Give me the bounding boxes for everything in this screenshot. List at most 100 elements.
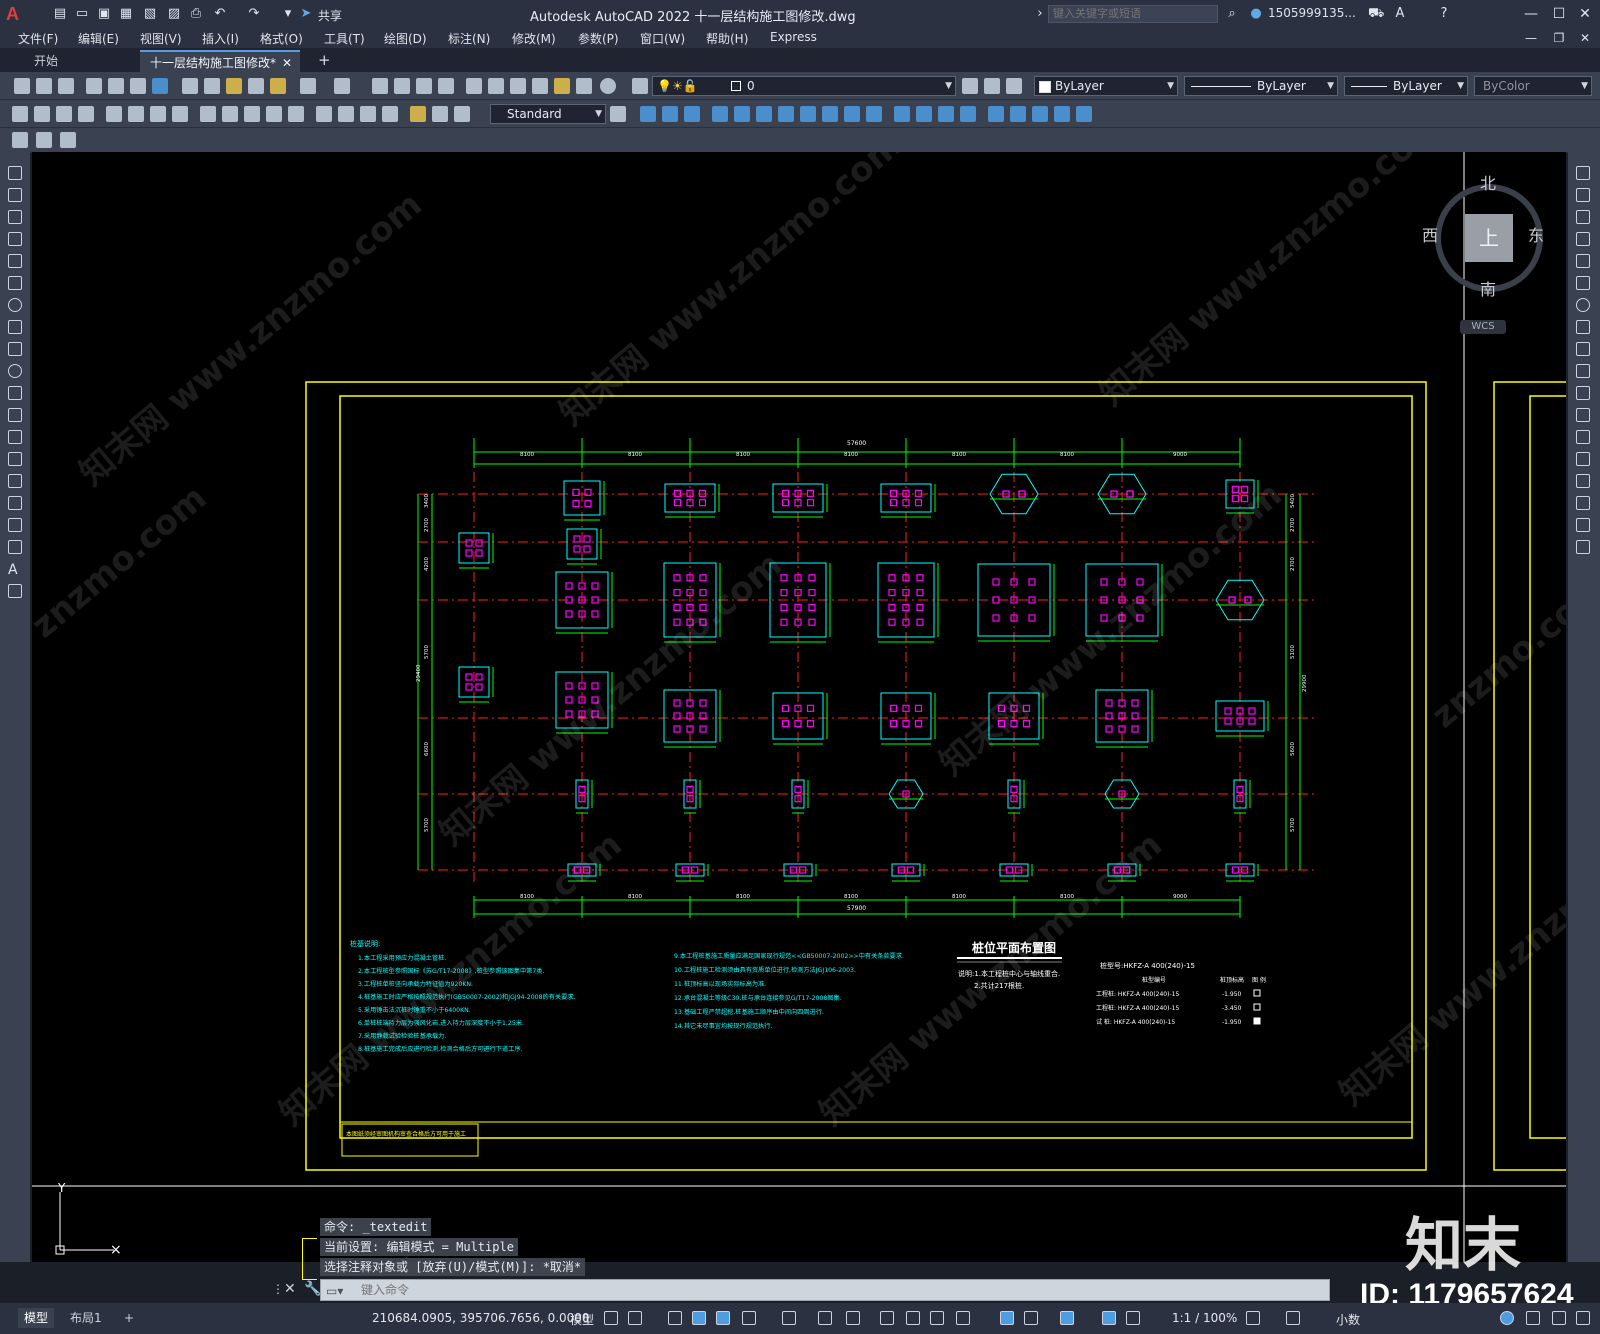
menu-parametric[interactable]: 参数(P) (578, 30, 619, 47)
customize-command-icon[interactable]: 🔧 (304, 1281, 321, 1297)
linetype-dropdown[interactable]: ByLayer ▼ (1184, 76, 1338, 96)
inspect-icon[interactable] (360, 106, 376, 122)
dim-jogged-icon[interactable] (128, 106, 144, 122)
erase-icon[interactable] (1576, 166, 1590, 180)
stretch-icon[interactable] (1576, 342, 1590, 356)
pan-icon[interactable] (372, 78, 388, 94)
grip-icon[interactable]: ⋮ (272, 1282, 284, 1296)
search-input[interactable] (1048, 5, 1218, 23)
join-icon[interactable] (916, 106, 932, 122)
publish-icon[interactable] (130, 78, 146, 94)
gradient-icon[interactable] (8, 496, 22, 510)
close-icon[interactable]: ✕ (1574, 4, 1596, 24)
extend-icon[interactable] (866, 106, 882, 122)
units-button[interactable]: 小数 (1336, 1311, 1360, 1328)
menu-edit[interactable]: 编辑(E) (78, 30, 119, 47)
insert-block-icon[interactable] (8, 408, 22, 422)
dim-baseline-icon[interactable] (222, 106, 238, 122)
chevron-right-icon[interactable]: › (1032, 6, 1048, 22)
menu-express[interactable]: Express (770, 30, 817, 44)
dynamic-input-icon[interactable] (692, 1311, 706, 1325)
tool-palettes-icon[interactable] (510, 78, 526, 94)
rotate-icon[interactable] (1576, 298, 1590, 312)
make-current-icon[interactable] (962, 78, 978, 94)
scale-icon[interactable] (1576, 320, 1590, 334)
redo-icon[interactable] (334, 78, 350, 94)
dim-space-icon[interactable] (266, 106, 282, 122)
arc-icon[interactable] (8, 276, 22, 290)
menu-draw[interactable]: 绘图(D) (384, 30, 427, 47)
polyline-icon[interactable] (8, 210, 22, 224)
tab-layout1[interactable]: 布局1 (64, 1308, 108, 1328)
ungroup-icon[interactable] (1054, 106, 1070, 122)
new-icon[interactable]: ▤ (52, 6, 68, 22)
offset-icon[interactable] (712, 106, 728, 122)
text-edit-icon[interactable] (12, 132, 28, 148)
save-icon[interactable] (58, 78, 74, 94)
layer-previous-icon[interactable] (984, 78, 1000, 94)
qnew-icon[interactable] (14, 78, 30, 94)
doc-minimize-icon[interactable]: — (1520, 28, 1542, 48)
add-selected-icon[interactable] (8, 584, 22, 598)
compass-north[interactable]: 北 (1480, 170, 1496, 194)
extend-icon[interactable] (1576, 386, 1590, 400)
qdim-icon[interactable] (200, 106, 216, 122)
selection-filter-icon[interactable] (1024, 1311, 1038, 1325)
designcenter-icon[interactable] (488, 78, 504, 94)
cart-icon[interactable]: ⛟ (1368, 6, 1384, 22)
menu-format[interactable]: 格式(O) (260, 30, 303, 47)
new-tab-button[interactable]: + (318, 51, 331, 69)
text-style-icon[interactable] (60, 132, 76, 148)
rectangle-icon[interactable] (8, 254, 22, 268)
help-icon[interactable]: ? (1436, 6, 1452, 22)
viewcube[interactable]: 上 北 南 东 西 (1422, 174, 1550, 306)
customize-icon[interactable]: ▾ (280, 6, 296, 22)
isolate-objects-icon[interactable] (1500, 1311, 1514, 1325)
array-icon[interactable] (734, 106, 750, 122)
chamfer-icon[interactable] (938, 106, 954, 122)
share-icon[interactable]: ➤ (298, 6, 314, 22)
mtext-icon[interactable]: A (8, 562, 22, 578)
matchprop-icon[interactable] (248, 78, 264, 94)
viewcube-top-face[interactable]: 上 (1465, 214, 1513, 262)
auto-scale-icon[interactable] (1126, 1311, 1140, 1325)
break-at-point-icon[interactable] (1576, 408, 1590, 422)
saveas-icon[interactable]: ▦ (118, 6, 134, 22)
clean-screen-icon[interactable] (1552, 1311, 1566, 1325)
3ddwf-icon[interactable] (152, 78, 168, 94)
fillet-icon[interactable] (1576, 496, 1590, 510)
help-icon[interactable] (600, 78, 616, 94)
draworder-icon[interactable] (1010, 106, 1026, 122)
snap-icon[interactable] (628, 1311, 642, 1325)
color-dropdown[interactable]: ByLayer ▼ (1034, 76, 1178, 96)
blend-icon[interactable] (1576, 518, 1590, 532)
table-icon[interactable] (8, 540, 22, 554)
explode-icon[interactable] (988, 106, 1004, 122)
hardware-accel-icon[interactable] (1526, 1311, 1540, 1325)
undo-icon[interactable]: ↶ (212, 6, 228, 22)
dimstyle-icon[interactable] (610, 106, 626, 122)
chamfer-icon[interactable] (1576, 474, 1590, 488)
move-icon[interactable] (1576, 276, 1590, 290)
center-mark-icon[interactable] (338, 106, 354, 122)
layer-states-icon[interactable] (1006, 78, 1022, 94)
block-editor-icon[interactable] (270, 78, 286, 94)
region-icon[interactable] (8, 518, 22, 532)
dim-radius-icon[interactable] (106, 106, 122, 122)
dim-break-icon[interactable] (288, 106, 304, 122)
scale-icon[interactable] (800, 106, 816, 122)
copy-object-icon[interactable] (662, 106, 678, 122)
break-icon[interactable] (1576, 430, 1590, 444)
user-icon[interactable]: ● (1248, 6, 1264, 22)
tab-start[interactable]: 开始 (24, 50, 134, 72)
zoom-realtime-icon[interactable] (394, 78, 410, 94)
revcloud-icon[interactable] (8, 320, 22, 334)
zoom-previous-icon[interactable] (438, 78, 454, 94)
customize-status-icon[interactable] (1576, 1311, 1590, 1325)
rotate-icon[interactable] (778, 106, 794, 122)
command-prompt-icon[interactable]: ▭▾ (326, 1284, 343, 1298)
break-icon[interactable] (894, 106, 910, 122)
open-icon[interactable]: ▭ (74, 6, 90, 22)
plot-icon[interactable]: ⎙ (188, 6, 204, 22)
publish-icon[interactable]: ▧ (142, 6, 158, 22)
